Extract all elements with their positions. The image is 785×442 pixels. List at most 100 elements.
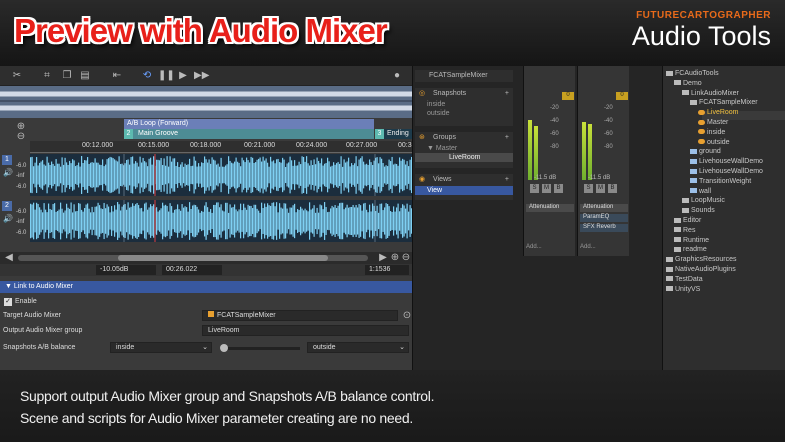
snapshot-item[interactable]: outside — [415, 109, 513, 118]
pause-icon[interactable]: ❚❚ — [158, 69, 175, 83]
mute-button[interactable]: M — [596, 184, 605, 193]
effect-attenuation[interactable]: Attenuation — [580, 204, 628, 212]
asset-icon — [698, 129, 705, 135]
marker-2[interactable]: 2 — [124, 129, 133, 139]
mixer-list[interactable]: FCATSampleMixer — [415, 70, 513, 82]
bypass-button[interactable]: B — [554, 184, 563, 193]
solo-button[interactable]: S — [530, 184, 539, 193]
waveform-sample — [351, 206, 353, 236]
waveform-sample — [186, 165, 188, 185]
tree-item[interactable]: LivehouseWallDemo — [690, 158, 763, 165]
effect-parameq[interactable]: ParamEQ — [580, 214, 628, 222]
waveform-sample — [343, 209, 345, 233]
tree-item[interactable]: LiveRoom — [698, 109, 739, 116]
time-ruler[interactable]: 00:12.000 00:15.000 00:18.000 00:21.000 … — [30, 141, 412, 153]
tree-item[interactable]: LivehouseWallDemo — [690, 168, 763, 175]
tree-item[interactable]: wall — [690, 188, 711, 195]
tree-item[interactable]: LinkAudioMixer — [682, 90, 739, 97]
view-item[interactable]: View — [415, 186, 513, 195]
effect-attenuation[interactable]: Attenuation — [526, 204, 574, 212]
tree-item[interactable]: Runtime — [674, 237, 709, 244]
tree-item[interactable]: TransitionWeight — [690, 178, 751, 185]
tree-item[interactable]: ground — [690, 148, 721, 155]
add-icon[interactable]: + — [505, 174, 509, 186]
add-icon[interactable]: + — [505, 88, 509, 100]
enable-checkbox[interactable]: ✓ — [4, 298, 12, 306]
waveform-sample — [240, 203, 242, 239]
scroll-left-icon[interactable]: ◀ — [2, 251, 16, 265]
waveform-sample — [174, 209, 176, 233]
waveform-sample — [279, 162, 281, 188]
tree-item[interactable]: Res — [674, 227, 695, 234]
tree-item[interactable]: Demo — [674, 80, 702, 87]
tree-item-label: Editor — [683, 217, 702, 224]
waveform-channel-1[interactable] — [30, 154, 412, 196]
tree-item[interactable]: Editor — [674, 217, 701, 224]
strip-ab-toggle[interactable]: 0 — [616, 92, 628, 100]
waveform-sample — [366, 209, 368, 233]
waveform-sample — [324, 163, 326, 187]
tree-item[interactable]: LoopMusic — [682, 197, 725, 204]
waveform-channel-2[interactable] — [30, 200, 412, 242]
play-icon[interactable]: ▶ — [176, 69, 190, 83]
zoom-out-icon[interactable]: ⊖ — [14, 130, 28, 144]
balance-slider-track[interactable] — [220, 347, 300, 350]
group-item-liveroom[interactable]: LiveRoom — [415, 153, 513, 162]
horizontal-scrollbar[interactable]: ◀ ▶ ⊕ ⊖ — [0, 252, 412, 264]
waveform-sample — [342, 202, 344, 240]
zoom-out-icon[interactable]: ⊖ — [399, 251, 413, 265]
waveform-sample — [70, 163, 72, 187]
tree-item-label: inside — [707, 128, 726, 136]
scroll-track[interactable] — [18, 255, 368, 261]
tree-item[interactable]: FCAudioTools — [666, 70, 719, 77]
snapshot-a-dropdown[interactable]: inside ⌄ — [110, 342, 212, 353]
add-effect[interactable]: Add... — [526, 244, 542, 250]
speaker-icon[interactable]: 🔊 — [1, 212, 15, 226]
snapshot-item[interactable]: inside — [415, 100, 513, 109]
tree-item[interactable]: NativeAudioPlugins — [666, 266, 736, 273]
crop-icon[interactable]: ⌗ — [40, 69, 54, 83]
target-mixer-field[interactable]: FCATSampleMixer — [202, 310, 398, 321]
marker-3[interactable]: 3 — [375, 129, 384, 139]
waveform-sample — [382, 210, 384, 232]
tree-item[interactable]: TestData — [666, 276, 703, 283]
tree-item[interactable]: UnityVS — [666, 286, 700, 293]
waveform-sample — [382, 163, 384, 187]
overview-waveform[interactable] — [0, 86, 412, 118]
waveform-sample — [322, 165, 324, 185]
solo-button[interactable]: S — [584, 184, 593, 193]
strip-ab-toggle[interactable]: 0 — [562, 92, 574, 100]
loop-icon[interactable]: ⟲ — [140, 69, 154, 83]
output-group-dropdown[interactable]: LiveRoom — [202, 325, 409, 336]
paste-icon[interactable]: ▤ — [78, 69, 92, 83]
tree-item[interactable]: Master — [698, 119, 728, 126]
effect-sfx-reverb[interactable]: SFX Reverb — [580, 224, 628, 232]
add-effect[interactable]: Add... — [580, 244, 596, 250]
region-main-groove[interactable]: Main Groove — [124, 129, 374, 139]
tree-item[interactable]: Sounds — [682, 207, 715, 214]
ab-loop-bar[interactable]: A/B Loop (Forward) — [124, 119, 374, 129]
tree-item[interactable]: inside — [698, 129, 725, 136]
copy-icon[interactable]: ❐ — [60, 69, 74, 83]
waveform-sample — [259, 157, 261, 193]
waveform-sample — [172, 158, 174, 192]
tree-item[interactable]: FCATSampleMixer — [690, 99, 758, 106]
balance-slider-thumb[interactable] — [220, 344, 228, 352]
scroll-thumb[interactable] — [118, 255, 328, 261]
bypass-button[interactable]: B — [608, 184, 617, 193]
tree-item[interactable]: GraphicsResources — [666, 256, 736, 263]
add-icon[interactable]: + — [505, 132, 509, 144]
link-audio-mixer-header[interactable]: ▼ Link to Audio Mixer — [0, 281, 412, 293]
tree-item-label: Res — [683, 226, 696, 234]
settings-icon[interactable]: ● — [390, 69, 404, 83]
mute-button[interactable]: M — [542, 184, 551, 193]
product-name: Audio Tools — [631, 21, 771, 51]
next-icon[interactable]: ▶▶ — [194, 69, 209, 83]
group-item-master[interactable]: ▼ Master — [415, 144, 513, 153]
scissors-icon[interactable]: ✂ — [10, 69, 24, 83]
speaker-icon[interactable]: 🔊 — [1, 166, 15, 180]
tree-item[interactable]: outside — [698, 139, 730, 146]
tree-item[interactable]: readme — [674, 246, 707, 253]
skip-icon[interactable]: ⇤ — [110, 69, 124, 83]
snapshot-b-dropdown[interactable]: outside ⌄ — [307, 342, 409, 353]
